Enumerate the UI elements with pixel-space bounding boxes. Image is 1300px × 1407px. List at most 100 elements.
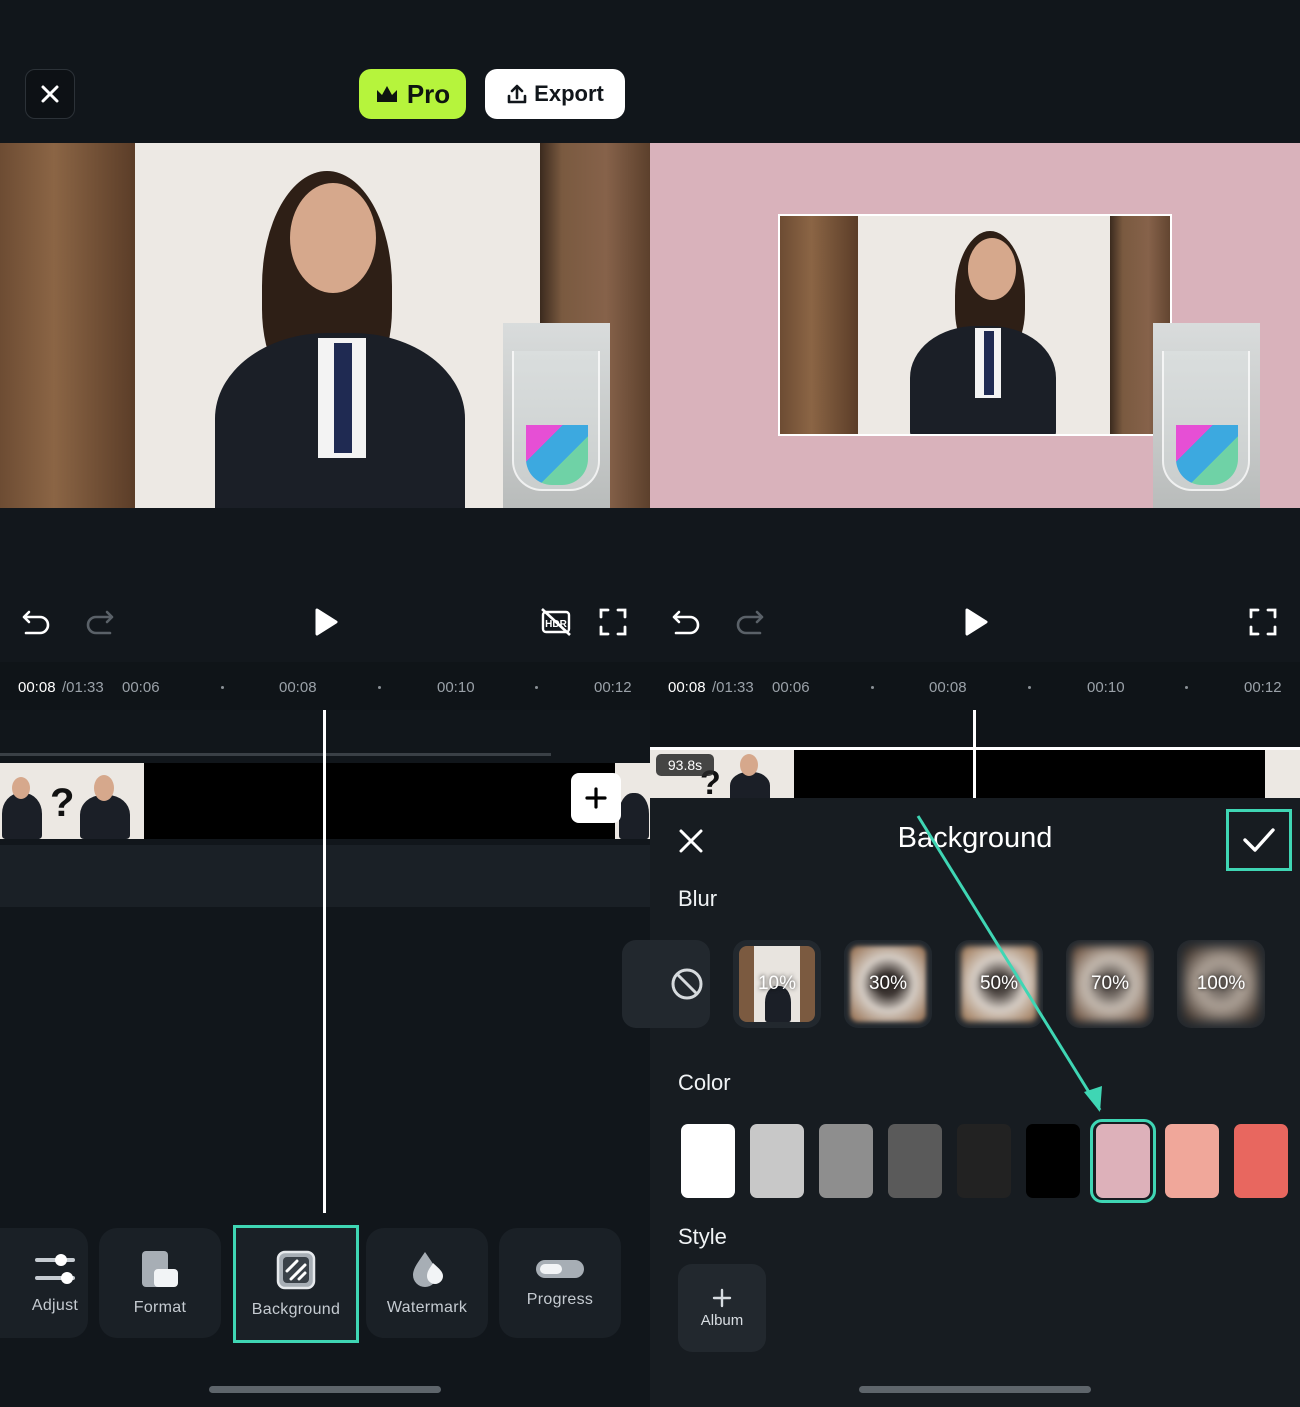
- color-swatch-dark-gray[interactable]: [888, 1124, 942, 1198]
- undo-icon: [22, 610, 50, 635]
- tool-label: Background: [251, 1301, 341, 1318]
- fullscreen-button-right[interactable]: [1244, 603, 1282, 641]
- background-icon: [276, 1250, 316, 1290]
- sliders-icon: [35, 1254, 75, 1284]
- tool-adjust[interactable]: Adjust: [0, 1228, 88, 1338]
- undo-button[interactable]: [18, 603, 54, 639]
- checkmark-icon: [1243, 828, 1275, 852]
- album-label: Album: [700, 1311, 744, 1329]
- pro-button[interactable]: Pro: [359, 69, 466, 119]
- watermark-drop-icon: [413, 1252, 443, 1287]
- current-time: 00:08: [18, 679, 56, 696]
- fullscreen-button[interactable]: [594, 603, 632, 641]
- play-button-right[interactable]: [956, 602, 996, 642]
- redo-icon: [86, 610, 114, 635]
- undo-button-right[interactable]: [668, 603, 704, 639]
- tick-label: 00:12: [1244, 679, 1282, 696]
- color-swatch-salmon[interactable]: [1165, 1124, 1219, 1198]
- app-root: Pro Export HDR 00:08 /01:33 00:06 00:08 …: [0, 0, 1300, 1407]
- pro-label: Pro: [406, 78, 451, 109]
- current-time: 00:08: [668, 679, 706, 696]
- tick-label: 00:12: [594, 679, 632, 696]
- audio-line: [0, 753, 551, 756]
- tool-background[interactable]: Background: [233, 1225, 359, 1343]
- close-icon: [41, 85, 59, 103]
- blur-label: 10%: [757, 973, 797, 994]
- color-swatch-black[interactable]: [1026, 1124, 1080, 1198]
- album-button[interactable]: Album: [678, 1264, 766, 1352]
- total-time: /01:33: [712, 679, 754, 696]
- color-swatch-gray[interactable]: [819, 1124, 873, 1198]
- tick-dot: [378, 686, 381, 689]
- video-preview-original[interactable]: [0, 143, 650, 508]
- tick-label: 00:06: [122, 679, 160, 696]
- undo-icon: [672, 610, 700, 635]
- tick-label: 00:08: [929, 679, 967, 696]
- video-frame-scaled: [778, 214, 1172, 436]
- redo-button-right[interactable]: [732, 603, 768, 639]
- fullscreen-icon: [599, 608, 627, 636]
- close-editor-button[interactable]: [25, 69, 75, 119]
- video-frame: [0, 143, 650, 508]
- color-swatch-charcoal[interactable]: [957, 1124, 1011, 1198]
- timeline-ruler-right[interactable]: 00:08 /01:33 00:06 00:08 00:10 00:12: [650, 662, 1300, 710]
- blur-none-option[interactable]: [622, 940, 710, 1028]
- hdr-off-button[interactable]: HDR: [536, 603, 576, 641]
- crown-icon: [376, 86, 397, 102]
- color-swatch-coral[interactable]: [1234, 1124, 1288, 1198]
- playhead[interactable]: [323, 710, 326, 1213]
- tick-label: 00:10: [437, 679, 475, 696]
- tick-dot: [535, 686, 538, 689]
- clip-thumbnail: ?: [50, 763, 144, 839]
- home-indicator: [209, 1386, 441, 1393]
- clip-duration-badge: 93.8s: [656, 754, 714, 776]
- play-icon: [965, 608, 988, 636]
- blur-label: 100%: [1196, 973, 1246, 994]
- no-blur-icon: [671, 968, 703, 1000]
- add-clip-button[interactable]: [571, 773, 621, 823]
- export-button[interactable]: Export: [485, 69, 625, 119]
- timeline-ruler-left[interactable]: 00:08 /01:33 00:06 00:08 00:10 00:12: [0, 662, 650, 710]
- color-swatch-white[interactable]: [681, 1124, 735, 1198]
- blur-option-10[interactable]: 10%: [733, 940, 821, 1028]
- fullscreen-icon: [1249, 608, 1277, 636]
- format-icon: [142, 1251, 178, 1287]
- upload-icon: [507, 84, 527, 104]
- tick-label: 00:10: [1087, 679, 1125, 696]
- tool-label: Watermark: [386, 1299, 468, 1316]
- clip-thumbnail: [0, 763, 50, 839]
- color-swatch-pink[interactable]: [1096, 1124, 1150, 1198]
- redo-icon: [736, 610, 764, 635]
- color-section-label: Color: [678, 1070, 731, 1095]
- playhead-right[interactable]: [973, 710, 976, 798]
- total-time: /01:33: [62, 679, 104, 696]
- tick-label: 00:08: [279, 679, 317, 696]
- annotation-arrow: [916, 815, 1102, 1112]
- confirm-button[interactable]: [1226, 809, 1292, 871]
- tick-dot: [1185, 686, 1188, 689]
- tool-watermark[interactable]: Watermark: [366, 1228, 488, 1338]
- progress-toggle-icon: [536, 1260, 584, 1278]
- tool-progress[interactable]: Progress: [499, 1228, 621, 1338]
- tool-label: Progress: [526, 1291, 594, 1308]
- style-section-label: Style: [678, 1224, 727, 1249]
- plus-icon: [585, 787, 607, 809]
- tool-format[interactable]: Format: [99, 1228, 221, 1338]
- tick-dot: [221, 686, 224, 689]
- hdr-off-icon: HDR: [541, 608, 571, 636]
- tick-dot: [871, 686, 874, 689]
- clip-thumbnail: [1265, 750, 1300, 798]
- home-indicator: [859, 1386, 1091, 1393]
- video-preview-background[interactable]: [650, 143, 1300, 508]
- play-icon: [315, 608, 338, 636]
- top-bar: [0, 0, 1300, 143]
- play-button[interactable]: [306, 602, 346, 642]
- plus-icon: [712, 1288, 732, 1307]
- tool-label: Adjust: [31, 1297, 79, 1314]
- tick-dot: [1028, 686, 1031, 689]
- tool-label: Format: [133, 1299, 187, 1316]
- blur-option-100[interactable]: 100%: [1177, 940, 1265, 1028]
- color-swatch-light-gray[interactable]: [750, 1124, 804, 1198]
- redo-button[interactable]: [82, 603, 118, 639]
- tick-label: 00:06: [772, 679, 810, 696]
